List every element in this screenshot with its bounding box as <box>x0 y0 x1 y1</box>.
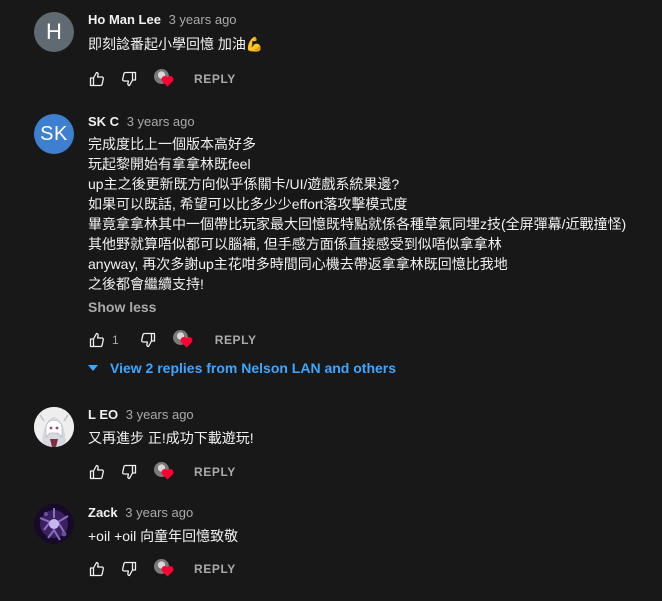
creator-heart-icon <box>154 462 174 482</box>
dislike-icon[interactable] <box>120 560 138 578</box>
author-name[interactable]: L EO <box>88 407 118 422</box>
timestamp[interactable]: 3 years ago <box>169 12 237 27</box>
avatar-image <box>34 407 74 447</box>
comment-line: up主之後更新既方向似乎係關卡/UI/遊戲系統果邊? <box>88 176 400 192</box>
comment-text: 又再進步 正!成功下載遊玩! <box>88 428 254 448</box>
creator-heart-icon <box>172 330 193 350</box>
like-icon[interactable] <box>88 70 106 88</box>
dislike-icon[interactable] <box>120 70 138 88</box>
timestamp[interactable]: 3 years ago <box>125 505 193 520</box>
reply-button[interactable]: REPLY <box>194 562 236 576</box>
timestamp[interactable]: 3 years ago <box>127 114 195 129</box>
comment-line: 如果可以既話, 希望可以比多少少effort落攻擊模式度 <box>88 196 408 212</box>
comment-line: 完成度比上一個版本高好多 <box>88 136 256 152</box>
author-name[interactable]: Zack <box>88 505 118 520</box>
comment-actions: REPLY <box>88 67 236 91</box>
comment-text: 即刻諗番起小學回憶 加油💪 <box>88 34 263 54</box>
timestamp[interactable]: 3 years ago <box>126 407 194 422</box>
like-count: 1 <box>112 333 119 347</box>
comment-text: 完成度比上一個版本高好多 玩起黎開始有拿拿林既feel up主之後更新既方向似乎… <box>88 134 626 294</box>
avatar-letter: SK <box>40 122 68 145</box>
comment-line: 又再進步 正!成功下載遊玩! <box>88 430 254 446</box>
avatar[interactable]: SK <box>34 114 74 154</box>
dislike-icon[interactable] <box>120 463 138 481</box>
like-icon[interactable] <box>88 560 106 578</box>
author-name[interactable]: Ho Man Lee <box>88 12 161 27</box>
comment-header: Zack 3 years ago <box>88 505 193 520</box>
comment-actions: REPLY <box>88 460 236 484</box>
comment-line: 其他野就算唔似都可以腦補, 但手感方面係直接感受到似唔似拿拿林 <box>88 236 502 252</box>
comment-actions: 1 REPLY <box>88 328 257 352</box>
reply-button[interactable]: REPLY <box>194 72 236 86</box>
avatar[interactable]: H <box>34 12 74 52</box>
reply-button[interactable]: REPLY <box>215 333 257 347</box>
comment-line: anyway, 再次多謝up主花咁多時間同心機去帶返拿拿林既回憶比我地 <box>88 256 508 272</box>
comment-actions: REPLY <box>88 557 236 581</box>
comment-header: Ho Man Lee 3 years ago <box>88 12 237 27</box>
avatar[interactable] <box>34 407 74 447</box>
comment-line: 畢竟拿拿林其中一個帶比玩家最大回憶既特點就係各種草氣同埋z技(全屏彈幕/近戰撞怪… <box>88 216 627 232</box>
view-replies-button[interactable]: View 2 replies from Nelson LAN and other… <box>88 360 396 376</box>
author-name[interactable]: SK C <box>88 114 119 129</box>
comment-line: 之後都會繼續支持! <box>88 276 204 292</box>
comment-header: L EO 3 years ago <box>88 407 194 422</box>
like-icon[interactable] <box>88 463 106 481</box>
comment-line: +oil +oil 向童年回憶致敬 <box>88 528 239 544</box>
chevron-down-icon <box>88 365 98 371</box>
creator-heart-icon <box>154 559 174 579</box>
comment-line: 玩起黎開始有拿拿林既feel <box>88 156 251 172</box>
avatar-letter: H <box>46 19 62 44</box>
dislike-icon[interactable] <box>139 331 157 349</box>
like-icon[interactable] <box>88 331 106 349</box>
comment-text: +oil +oil 向童年回憶致敬 <box>88 526 238 546</box>
view-replies-label: View 2 replies from Nelson LAN and other… <box>110 360 397 376</box>
comment-line: 即刻諗番起小學回憶 加油💪 <box>88 36 264 52</box>
avatar[interactable] <box>34 504 74 544</box>
comment-header: SK C 3 years ago <box>88 114 195 129</box>
show-less-button[interactable]: Show less <box>88 299 156 315</box>
creator-heart-icon <box>154 69 174 89</box>
avatar-image <box>34 504 74 544</box>
reply-button[interactable]: REPLY <box>194 465 236 479</box>
